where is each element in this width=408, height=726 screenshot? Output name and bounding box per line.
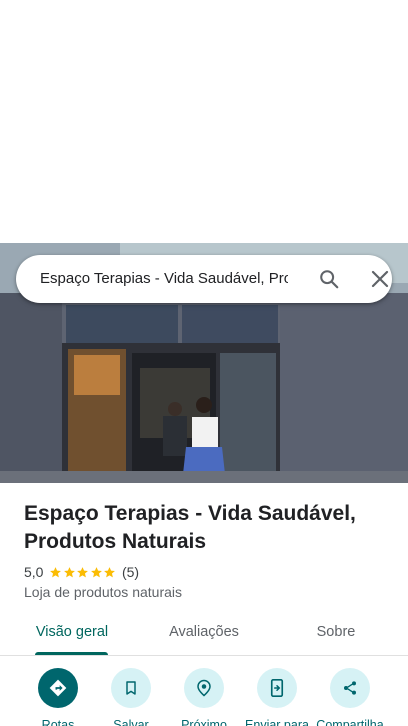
search-bar[interactable]: Espaço Terapias - Vida Saudável, Produto… — [16, 255, 392, 303]
map-area[interactable] — [0, 0, 408, 243]
share-button[interactable]: Compartilha — [312, 668, 388, 726]
share-icon — [330, 668, 370, 708]
search-input[interactable]: Espaço Terapias - Vida Saudável, Produto… — [40, 255, 288, 303]
share-label: Compartilha — [316, 718, 384, 726]
directions-button[interactable]: Rotas — [20, 668, 96, 726]
star-icon — [104, 566, 116, 577]
save-button[interactable]: Salvar — [93, 668, 169, 726]
rating-value: 5,0 — [24, 564, 44, 580]
send-to-phone-icon — [257, 668, 297, 708]
send-to-phone-button[interactable]: Enviar para — [239, 668, 315, 726]
search-icon[interactable] — [318, 268, 340, 290]
directions-icon — [38, 668, 78, 708]
place-category: Loja de produtos naturais — [24, 584, 182, 600]
star-rating — [49, 566, 117, 579]
save-label: Salvar — [113, 718, 149, 726]
tab-overview[interactable]: Visão geral — [24, 616, 120, 656]
place-title: Espaço Terapias - Vida Saudável, Produto… — [24, 502, 356, 553]
star-icon — [64, 566, 75, 577]
tab-reviews[interactable]: Avaliações — [156, 616, 252, 656]
rating-row[interactable]: 5,0 (5) — [24, 563, 139, 581]
star-icon — [91, 566, 102, 577]
close-icon[interactable] — [370, 269, 390, 289]
active-tab-indicator — [35, 652, 108, 655]
bookmark-icon — [111, 668, 151, 708]
nearby-button[interactable]: Próximo — [166, 668, 242, 726]
review-count[interactable]: (5) — [122, 564, 139, 580]
directions-label: Rotas — [41, 718, 75, 726]
nearby-icon — [184, 668, 224, 708]
tab-about[interactable]: Sobre — [296, 616, 376, 656]
send-to-phone-label: Enviar para — [245, 718, 309, 726]
star-icon — [77, 566, 89, 577]
tab-bar: Visão geral Avaliações Sobre — [0, 616, 408, 656]
star-icon — [50, 566, 62, 577]
action-bar: Rotas Salvar Próximo Enviar para Compart… — [0, 668, 408, 726]
nearby-label: Próximo — [181, 718, 227, 726]
